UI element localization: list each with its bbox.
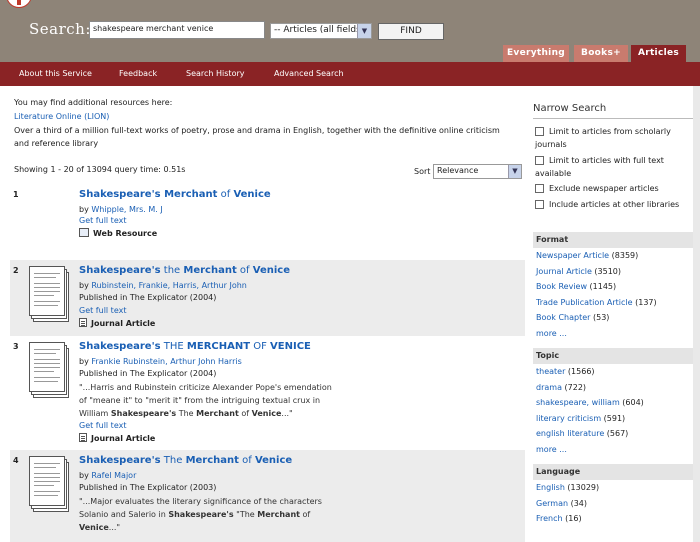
result-authors: by Rubinstein, Frankie, Harris, Arthur J…	[79, 281, 247, 290]
facet-item[interactable]: shakespeare, william (604)	[533, 395, 696, 411]
tab-books[interactable]: Books+	[574, 45, 628, 63]
author-link[interactable]: Rafel Major	[91, 471, 136, 480]
result-type: Web Resource	[79, 228, 157, 238]
facet-item[interactable]: literary criticism (591)	[533, 411, 696, 427]
facet-header: Language	[533, 464, 696, 480]
resource-description: Over a third of a million full-text work…	[14, 126, 500, 148]
nav-advanced-search[interactable]: Advanced Search	[274, 69, 344, 78]
scrollbar[interactable]	[693, 86, 700, 542]
journal-article-icon	[79, 433, 87, 442]
nav-bar: About this Service Feedback Search Histo…	[0, 62, 700, 86]
results-summary: Showing 1 - 20 of 13094 query time: 0.51…	[14, 165, 186, 174]
result-title[interactable]: Shakespeare's THE MERCHANT OF VENICE	[79, 341, 311, 352]
divider	[533, 118, 693, 119]
full-text-link[interactable]: Get full text	[79, 421, 126, 430]
resource-link[interactable]: Literature Online (LION)	[14, 112, 109, 121]
facet-item[interactable]: drama (722)	[533, 380, 696, 396]
search-label: Search:	[29, 20, 91, 38]
facet-item[interactable]: theater (1566)	[533, 364, 696, 380]
facet-language: Language English (13029) German (34) Fre…	[533, 464, 696, 527]
result-authors: by Frankie Rubinstein, Arthur John Harri…	[79, 357, 242, 366]
chevron-down-icon: ▼	[508, 165, 521, 178]
logo-icon	[6, 0, 32, 8]
field-select-value: -- Articles (all fields)	[274, 25, 365, 35]
result-item: 2 Shakespeare's the Merchant of Venice b…	[10, 260, 525, 336]
facet-item[interactable]: German (34)	[533, 496, 696, 512]
publication-info: Published in The Explicator (2003)	[79, 483, 217, 492]
result-number: 3	[13, 342, 19, 351]
facet-header: Topic	[533, 348, 696, 364]
document-thumbnail-icon	[29, 456, 69, 512]
result-authors: by Whipple, Mrs. M. J	[79, 205, 163, 214]
facet-topic: Topic theater (1566) drama (722) shakesp…	[533, 348, 696, 457]
field-select[interactable]: -- Articles (all fields) ▼	[270, 23, 372, 39]
facet-item[interactable]: Journal Article (3510)	[533, 264, 696, 280]
result-item: 4 Shakespeare's The Merchant of Venice b…	[10, 450, 525, 542]
limit-other-libraries[interactable]: Include articles at other libraries	[535, 198, 685, 211]
result-number: 1	[13, 190, 19, 199]
journal-article-icon	[79, 318, 87, 327]
facet-item[interactable]: Newspaper Article (8359)	[533, 248, 696, 264]
limit-full-text[interactable]: Limit to articles with full text availab…	[535, 154, 685, 180]
tab-articles[interactable]: Articles	[631, 45, 686, 63]
resources-note: You may find additional resources here:	[14, 98, 173, 107]
checkbox[interactable]	[535, 200, 544, 209]
checkbox[interactable]	[535, 156, 544, 165]
result-snippet: "...Major evaluates the literary signifi…	[79, 497, 322, 532]
sort-label: Sort	[414, 167, 431, 176]
checkbox[interactable]	[535, 127, 544, 136]
facet-more-link[interactable]: more ...	[533, 442, 696, 458]
nav-feedback[interactable]: Feedback	[119, 69, 157, 78]
result-type: Journal Article	[79, 433, 155, 443]
result-title[interactable]: Shakespeare's The Merchant of Venice	[79, 455, 292, 466]
result-number: 4	[13, 456, 19, 465]
facet-item[interactable]: Book Chapter (53)	[533, 310, 696, 326]
result-item: 1 Shakespeare's Merchant of Venice by Wh…	[10, 184, 525, 260]
search-input[interactable]: shakespeare merchant venice	[89, 21, 265, 39]
web-resource-icon	[79, 228, 89, 237]
facet-header: Format	[533, 232, 696, 248]
nav-about[interactable]: About this Service	[19, 69, 92, 78]
author-link[interactable]: Whipple, Mrs. M. J	[91, 205, 162, 214]
facet-format: Format Newspaper Article (8359) Journal …	[533, 232, 696, 341]
result-title[interactable]: Shakespeare's Merchant of Venice	[79, 189, 271, 200]
facet-item[interactable]: Book Review (1145)	[533, 279, 696, 295]
checkbox[interactable]	[535, 184, 544, 193]
document-thumbnail-icon	[29, 266, 69, 322]
author-link[interactable]: Frankie Rubinstein, Arthur John Harris	[91, 357, 241, 366]
publication-info: Published in The Explicator (2004)	[79, 293, 217, 302]
chevron-down-icon: ▼	[357, 24, 371, 38]
result-type: Journal Article	[79, 318, 155, 328]
facet-more-link[interactable]: more ...	[533, 326, 696, 342]
tab-everything[interactable]: Everything	[503, 45, 569, 63]
limit-scholarly[interactable]: Limit to articles from scholarly journal…	[535, 125, 685, 151]
sort-select[interactable]: Relevance ▼	[433, 164, 522, 179]
document-thumbnail-icon	[29, 342, 69, 398]
narrow-search-title: Narrow Search	[533, 103, 607, 114]
header-bar: Search: shakespeare merchant venice -- A…	[0, 0, 700, 63]
facet-item[interactable]: Trade Publication Article (137)	[533, 295, 696, 311]
results-panel: You may find additional resources here: …	[0, 86, 530, 542]
facet-item[interactable]: english literature (567)	[533, 426, 696, 442]
facet-item[interactable]: French (16)	[533, 511, 696, 527]
author-link[interactable]: Rubinstein, Frankie, Harris, Arthur John	[91, 281, 247, 290]
result-number: 2	[13, 266, 19, 275]
publication-info: Published in The Explicator (2004)	[79, 369, 217, 378]
full-text-link[interactable]: Get full text	[79, 306, 126, 315]
find-button[interactable]: FIND	[378, 23, 444, 40]
sort-select-value: Relevance	[437, 166, 479, 175]
full-text-link[interactable]: Get full text	[79, 216, 126, 225]
limit-exclude-newspaper[interactable]: Exclude newspaper articles	[535, 182, 685, 195]
result-snippet: "...Harris and Rubinstein criticize Alex…	[79, 383, 332, 418]
narrow-search-sidebar: Narrow Search Limit to articles from sch…	[530, 86, 700, 542]
result-item: 3 Shakespeare's THE MERCHANT OF VENICE b…	[10, 336, 525, 450]
nav-search-history[interactable]: Search History	[186, 69, 245, 78]
facet-item[interactable]: English (13029)	[533, 480, 696, 496]
result-title[interactable]: Shakespeare's the Merchant of Venice	[79, 265, 290, 276]
result-authors: by Rafel Major	[79, 471, 137, 480]
